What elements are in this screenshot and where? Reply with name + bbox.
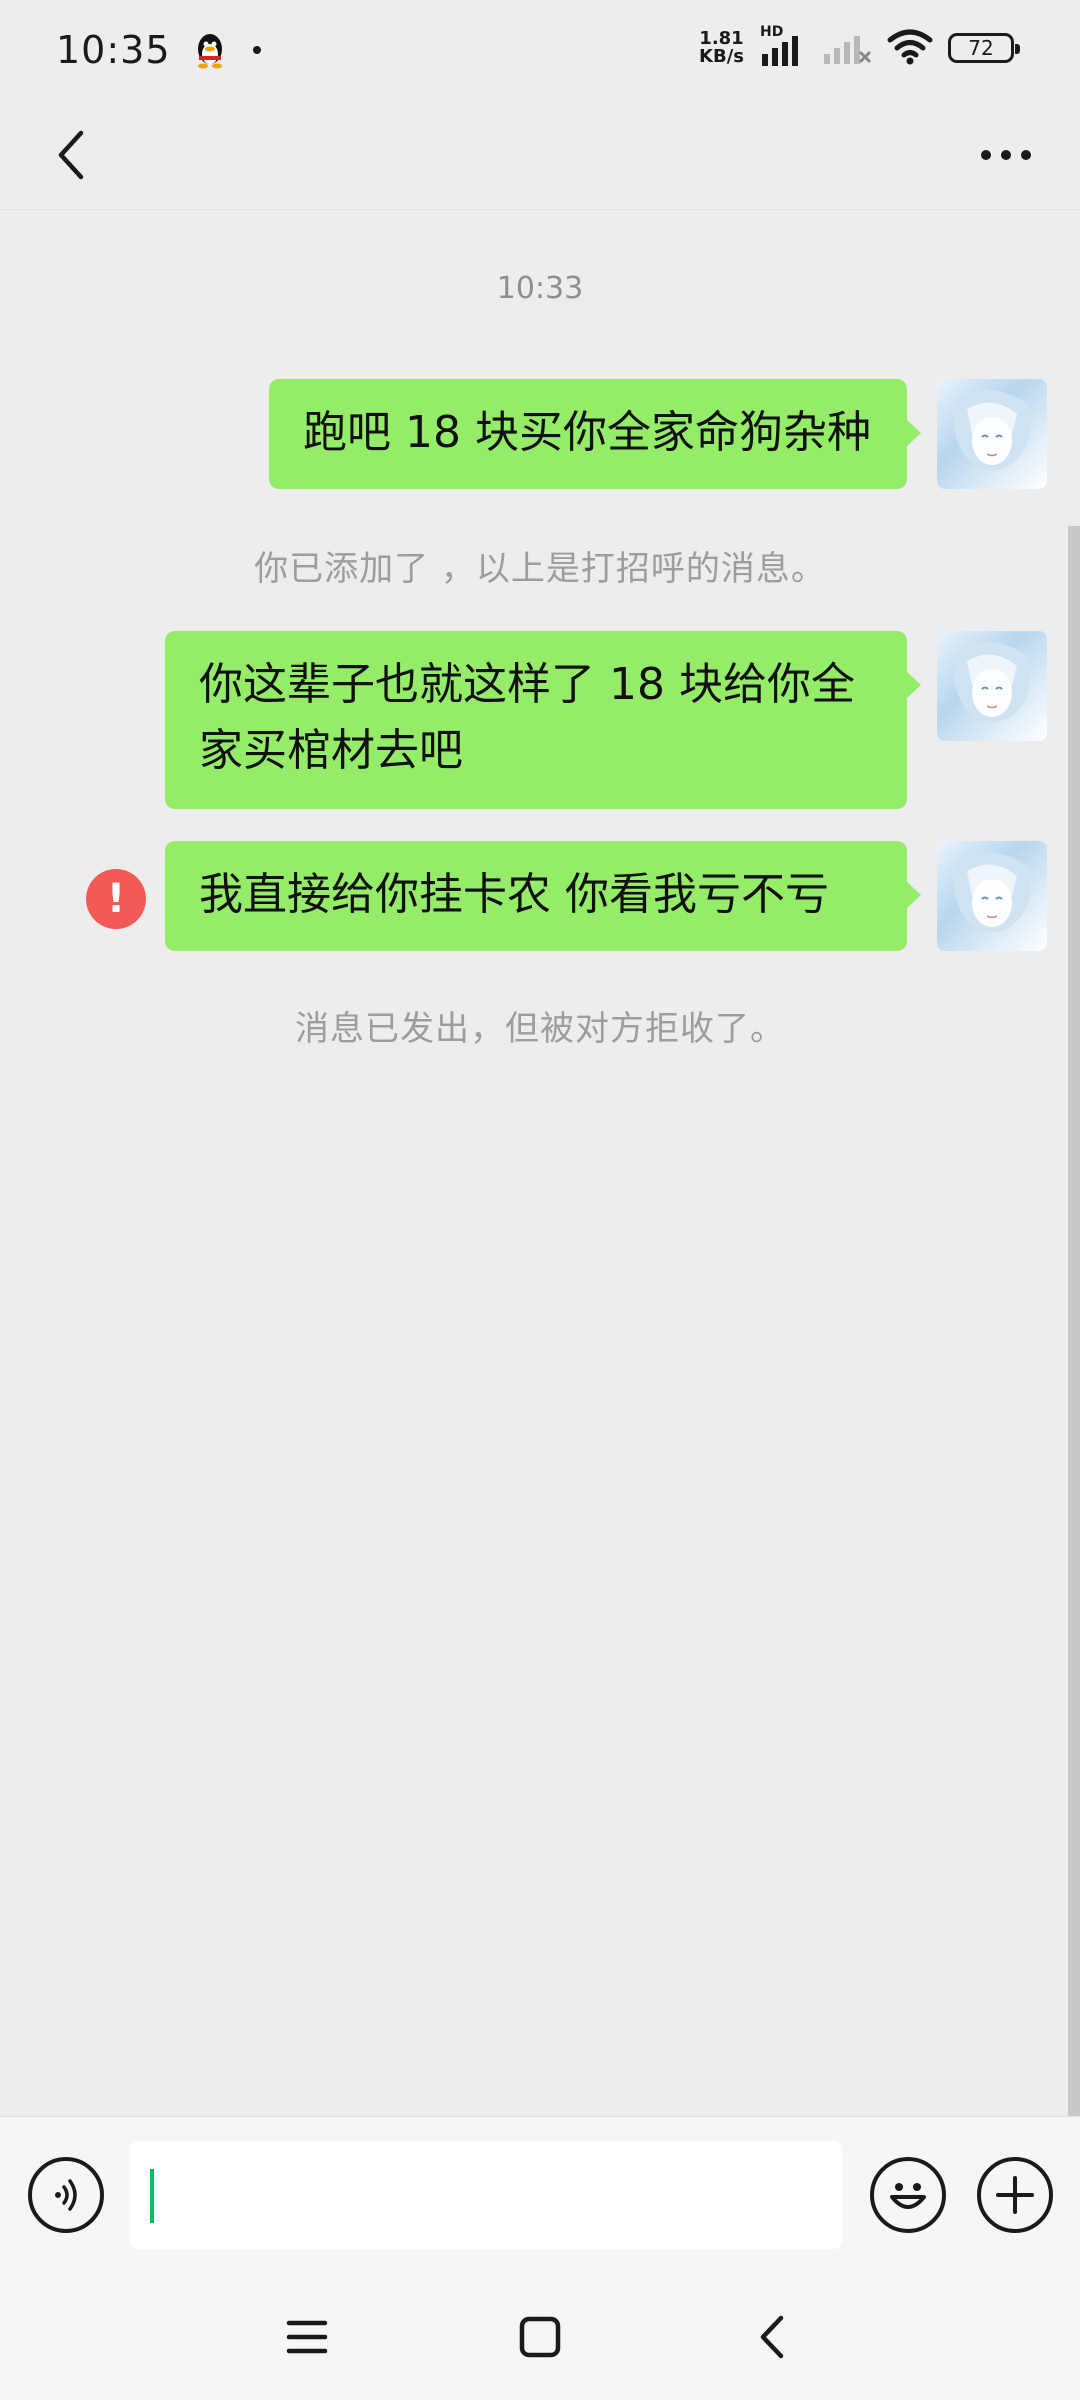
status-time: 10:35	[56, 28, 171, 72]
plus-button[interactable]	[977, 2157, 1053, 2233]
home-button[interactable]	[500, 2302, 580, 2372]
voice-icon	[55, 2179, 77, 2211]
avatar[interactable]	[937, 841, 1047, 951]
battery-icon: 72	[948, 33, 1020, 63]
message-input[interactable]	[130, 2141, 842, 2249]
avatar[interactable]	[937, 631, 1047, 741]
signal-icon-secondary	[822, 26, 872, 70]
message-list[interactable]: 10:33 跑吧 18 块买你全家命狗杂种 你已添加了 ，以上是打招呼的消息。 …	[0, 211, 1080, 2116]
notification-dot	[252, 46, 261, 54]
more-button[interactable]	[966, 118, 1046, 192]
avatar[interactable]	[937, 379, 1047, 489]
plus-icon	[996, 2176, 1034, 2214]
message-row: 跑吧 18 块买你全家命狗杂种	[269, 379, 1047, 489]
message-row: 你这辈子也就这样了 18 块给你全家买棺材去吧	[165, 631, 1047, 809]
chat-screen: 10:35 1.81 KB/s HD 72 10:33 跑吧 18 块买你全家命…	[0, 0, 1080, 2400]
status-bar: 10:35 1.81 KB/s HD 72	[0, 0, 1080, 100]
status-indicators: 1.81 KB/s HD 72	[699, 24, 1020, 70]
net-speed-unit: KB/s	[699, 46, 744, 67]
rejected-note: 消息已发出，但被对方拒收了。	[295, 1009, 785, 1049]
message-row: 我直接给你挂卡农 你看我亏不亏	[165, 841, 1047, 951]
back-button[interactable]	[34, 118, 108, 192]
voice-button[interactable]	[28, 2157, 104, 2233]
qq-icon	[193, 31, 227, 69]
more-icon	[981, 150, 1031, 160]
message-bubble[interactable]: 你这辈子也就这样了 18 块给你全家买棺材去吧	[165, 631, 921, 809]
emoji-button[interactable]	[870, 2157, 946, 2233]
recent-apps-button[interactable]	[267, 2302, 347, 2372]
scrollbar[interactable]	[1068, 526, 1080, 2116]
input-bar	[0, 2116, 1080, 2274]
menu-icon	[286, 2320, 328, 2354]
signal-icon: HD	[758, 24, 808, 68]
system-nav-bar	[0, 2274, 1080, 2400]
nav-back-button[interactable]	[733, 2302, 813, 2372]
chat-header	[0, 100, 1080, 210]
battery-level: 72	[968, 36, 994, 60]
back-icon	[58, 130, 84, 180]
message-bubble[interactable]: 跑吧 18 块买你全家命狗杂种	[269, 379, 921, 489]
message-bubble[interactable]: 我直接给你挂卡农 你看我亏不亏	[165, 841, 921, 951]
network-speed: 1.81 KB/s	[699, 30, 744, 66]
system-note: 你已添加了 ，以上是打招呼的消息。	[254, 549, 826, 589]
emoji-icon	[890, 2183, 926, 2209]
text-caret	[150, 2169, 154, 2223]
send-failed-icon[interactable]: !	[86, 869, 146, 929]
nav-back-icon	[760, 2315, 784, 2359]
wifi-icon	[886, 26, 934, 70]
home-icon	[519, 2316, 561, 2358]
message-timestamp: 10:33	[496, 271, 584, 306]
